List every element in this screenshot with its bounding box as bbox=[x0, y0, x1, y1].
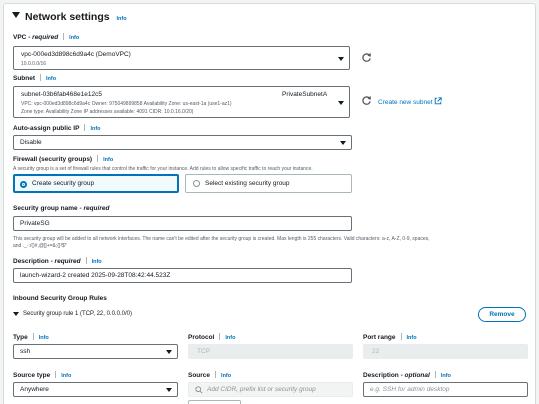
subnet-details-line1: VPC: vpc-000ed3d898c6d9a4c Owner: 975049… bbox=[21, 101, 232, 107]
source-type-select[interactable]: Anywhere bbox=[13, 382, 178, 397]
vpc-info-link[interactable]: Info bbox=[69, 35, 79, 41]
radio-selected-icon bbox=[20, 181, 27, 188]
select-existing-security-group-option[interactable]: Select existing security group bbox=[185, 174, 352, 193]
type-value: ssh bbox=[20, 348, 31, 355]
port-range-field: 22 bbox=[363, 344, 528, 359]
rule-description-input[interactable]: e.g. SSH for admin desktop bbox=[363, 382, 528, 397]
subnet-info-link[interactable]: Info bbox=[46, 76, 56, 82]
rule-description-placeholder: e.g. SSH for admin desktop bbox=[370, 386, 450, 393]
chevron-down-icon bbox=[166, 388, 172, 392]
select-existing-label: Select existing security group bbox=[205, 180, 290, 187]
source-type-label: Source type Info bbox=[13, 371, 72, 379]
type-info-link[interactable]: Info bbox=[39, 335, 49, 341]
refresh-vpc-icon[interactable] bbox=[361, 52, 372, 63]
protocol-field: TCP bbox=[188, 344, 353, 359]
subnet-id: subnet-03b6fab468e1e12c5 bbox=[21, 91, 102, 98]
protocol-value: TCP bbox=[197, 348, 210, 355]
source-type-info-link[interactable]: Info bbox=[61, 373, 71, 379]
collapse-caret-icon[interactable] bbox=[12, 12, 20, 18]
subnet-select[interactable]: subnet-03b6fab468e1e12c5 PrivateSubnetA … bbox=[13, 86, 350, 118]
firewall-description: A security group is a set of firewall ru… bbox=[13, 166, 313, 172]
section-title: Network settings Info bbox=[25, 11, 127, 23]
sg-name-input[interactable]: PrivateSG bbox=[13, 216, 352, 231]
auto-assign-value: Disable bbox=[20, 139, 42, 146]
radio-unselected-icon bbox=[193, 180, 200, 187]
rule-collapse-caret-icon[interactable] bbox=[13, 312, 19, 316]
subnet-label: Subnet Info bbox=[13, 74, 57, 82]
external-link-icon bbox=[435, 97, 443, 105]
create-new-subnet-link[interactable]: Create new subnet bbox=[378, 97, 443, 106]
rule-1-title: Security group rule 1 (TCP, 22, 0.0.0.0/… bbox=[23, 311, 132, 317]
create-security-group-label: Create security group bbox=[32, 180, 95, 187]
protocol-info-link[interactable]: Info bbox=[225, 335, 235, 341]
source-info-link[interactable]: Info bbox=[221, 373, 231, 379]
vpc-cidr: 10.0.0.0/16 bbox=[21, 61, 47, 67]
port-range-label: Port range Info bbox=[363, 333, 417, 341]
subnet-details-line2: Zone type: Availability Zone IP addresse… bbox=[21, 109, 194, 115]
chevron-down-icon bbox=[338, 101, 344, 105]
chevron-down-icon bbox=[338, 57, 344, 61]
section-info-link[interactable]: Info bbox=[117, 16, 127, 22]
subnet-name: PrivateSubnetA bbox=[282, 91, 328, 98]
sg-name-help-line1: This security group will be added to all… bbox=[13, 236, 430, 242]
sg-name-help-line2: and ._-:/()#,@[]+=&;{}!$* bbox=[13, 243, 67, 249]
firewall-label: Firewall (security groups) Info bbox=[13, 155, 114, 163]
source-placeholder: Add CIDR, prefix list or security group bbox=[207, 386, 316, 393]
chevron-down-icon bbox=[166, 350, 172, 354]
rule-description-info-link[interactable]: Info bbox=[441, 373, 451, 379]
remove-rule-button[interactable]: Remove bbox=[478, 307, 526, 322]
auto-assign-label: Auto-assign public IP Info bbox=[13, 124, 101, 132]
source-token[interactable] bbox=[188, 400, 241, 404]
search-icon bbox=[195, 386, 203, 394]
vpc-select[interactable]: vpc-000ed3d898c6d9a4c (DemoVPC) 10.0.0.0… bbox=[13, 46, 350, 70]
refresh-subnet-icon[interactable] bbox=[361, 95, 372, 106]
auto-assign-info-link[interactable]: Info bbox=[90, 126, 100, 132]
rule-description-label: Description - optional Info bbox=[363, 371, 451, 379]
description-value: launch-wizard-2 created 2025-09-28T08:42… bbox=[20, 272, 171, 279]
source-input[interactable]: Add CIDR, prefix list or security group bbox=[188, 382, 353, 397]
sg-name-label: Security group name - required bbox=[13, 205, 110, 212]
auto-assign-select[interactable]: Disable bbox=[13, 135, 352, 150]
source-label: Source Info bbox=[188, 371, 232, 379]
firewall-info-link[interactable]: Info bbox=[103, 157, 113, 163]
create-security-group-option[interactable]: Create security group bbox=[13, 174, 179, 193]
description-info-link[interactable]: Info bbox=[92, 259, 102, 265]
port-range-value: 22 bbox=[372, 348, 380, 355]
port-range-info-link[interactable]: Info bbox=[407, 335, 417, 341]
type-label: Type Info bbox=[13, 333, 49, 341]
protocol-label: Protocol Info bbox=[188, 333, 236, 341]
description-input[interactable]: launch-wizard-2 created 2025-09-28T08:42… bbox=[13, 268, 352, 283]
inbound-rules-title: Inbound Security Group Rules bbox=[13, 295, 107, 302]
sg-name-value: PrivateSG bbox=[20, 220, 50, 227]
vpc-value: vpc-000ed3d898c6d9a4c (DemoVPC) bbox=[21, 51, 131, 58]
network-settings-panel: Network settings Info VPC - required Info… bbox=[3, 3, 536, 404]
type-select[interactable]: ssh bbox=[13, 344, 178, 359]
chevron-down-icon bbox=[340, 141, 346, 145]
source-type-value: Anywhere bbox=[20, 386, 49, 393]
vpc-label: VPC - required Info bbox=[13, 33, 80, 41]
description-label: Description - required Info bbox=[13, 257, 102, 265]
